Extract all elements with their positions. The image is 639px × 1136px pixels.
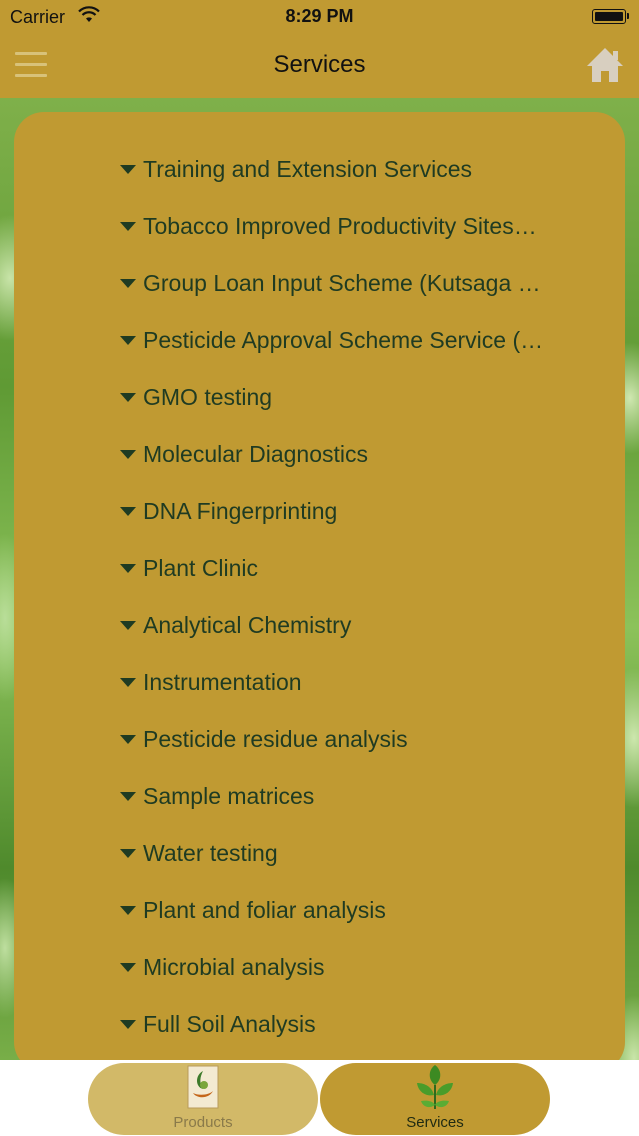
service-label: Pesticide Approval Scheme Service (…	[143, 327, 544, 353]
status-time: 8:29 PM	[285, 6, 354, 26]
expand-triangle-icon	[120, 336, 136, 345]
products-leaf-logo-icon	[187, 1065, 219, 1109]
expand-triangle-icon	[120, 279, 136, 288]
expand-triangle-icon	[120, 849, 136, 858]
battery-icon	[592, 9, 629, 24]
expand-triangle-icon	[120, 222, 136, 231]
navigation-bar: Services	[0, 34, 639, 98]
service-item[interactable]: Training and Extension Services	[120, 146, 590, 203]
expand-triangle-icon	[120, 963, 136, 972]
service-label: Plant and foliar analysis	[143, 897, 386, 923]
service-label: Tobacco Improved Productivity Sites…	[143, 213, 537, 239]
service-label: Plant Clinic	[143, 555, 259, 581]
services-plant-icon	[417, 1065, 453, 1109]
service-label: Sample matrices	[143, 783, 315, 809]
service-item[interactable]: Plant Clinic	[120, 545, 590, 602]
service-item[interactable]: Analytical Chemistry	[120, 602, 590, 659]
service-item[interactable]: DNA Fingerprinting	[120, 488, 590, 545]
service-item[interactable]: Instrumentation	[120, 659, 590, 716]
tab-products-label: Products	[173, 1114, 233, 1131]
service-item[interactable]: Group Loan Input Scheme (Kutsaga …	[120, 260, 590, 317]
service-item[interactable]: Sample matrices	[120, 773, 590, 830]
expand-triangle-icon	[120, 621, 136, 630]
expand-triangle-icon	[120, 678, 136, 687]
service-item[interactable]: Water testing	[120, 830, 590, 887]
status-bar: Carrier 8:29 PM	[0, 0, 639, 34]
service-item[interactable]: Pesticide residue analysis	[120, 716, 590, 773]
service-item[interactable]: Pesticide Approval Scheme Service (…	[120, 317, 590, 374]
tab-services-label: Services	[406, 1114, 464, 1131]
expand-triangle-icon	[120, 507, 136, 516]
service-label: DNA Fingerprinting	[143, 498, 338, 524]
service-item[interactable]: Microbial analysis	[120, 944, 590, 1001]
tab-products[interactable]: Products	[88, 1063, 318, 1135]
service-item[interactable]: Molecular Diagnostics	[120, 431, 590, 488]
service-label: GMO testing	[143, 384, 273, 410]
service-label: Full Soil Analysis	[143, 1011, 316, 1037]
service-item[interactable]: Tobacco Improved Productivity Sites…	[120, 203, 590, 260]
expand-triangle-icon	[120, 165, 136, 174]
service-label: Microbial analysis	[143, 954, 325, 980]
service-item[interactable]: Plant and foliar analysis	[120, 887, 590, 944]
expand-triangle-icon	[120, 735, 136, 744]
services-list: Training and Extension Services Tobacco …	[120, 146, 590, 1058]
service-item[interactable]: GMO testing	[120, 374, 590, 431]
services-panel: Training and Extension Services Tobacco …	[14, 112, 625, 1072]
expand-triangle-icon	[120, 792, 136, 801]
service-label: Pesticide residue analysis	[143, 726, 408, 752]
tab-bar: Products Services	[0, 1060, 639, 1136]
service-item[interactable]: Full Soil Analysis	[120, 1001, 590, 1058]
service-label: Instrumentation	[143, 669, 302, 695]
service-label: Analytical Chemistry	[143, 612, 352, 638]
expand-triangle-icon	[120, 1020, 136, 1029]
expand-triangle-icon	[120, 450, 136, 459]
page-title: Services	[273, 51, 366, 78]
home-icon[interactable]	[585, 46, 625, 84]
expand-triangle-icon	[120, 906, 136, 915]
service-label: Group Loan Input Scheme (Kutsaga …	[143, 270, 541, 296]
expand-triangle-icon	[120, 564, 136, 573]
tab-services[interactable]: Services	[320, 1063, 550, 1135]
service-label: Water testing	[143, 840, 278, 866]
service-label: Training and Extension Services	[143, 156, 472, 182]
service-label: Molecular Diagnostics	[143, 441, 368, 467]
expand-triangle-icon	[120, 393, 136, 402]
